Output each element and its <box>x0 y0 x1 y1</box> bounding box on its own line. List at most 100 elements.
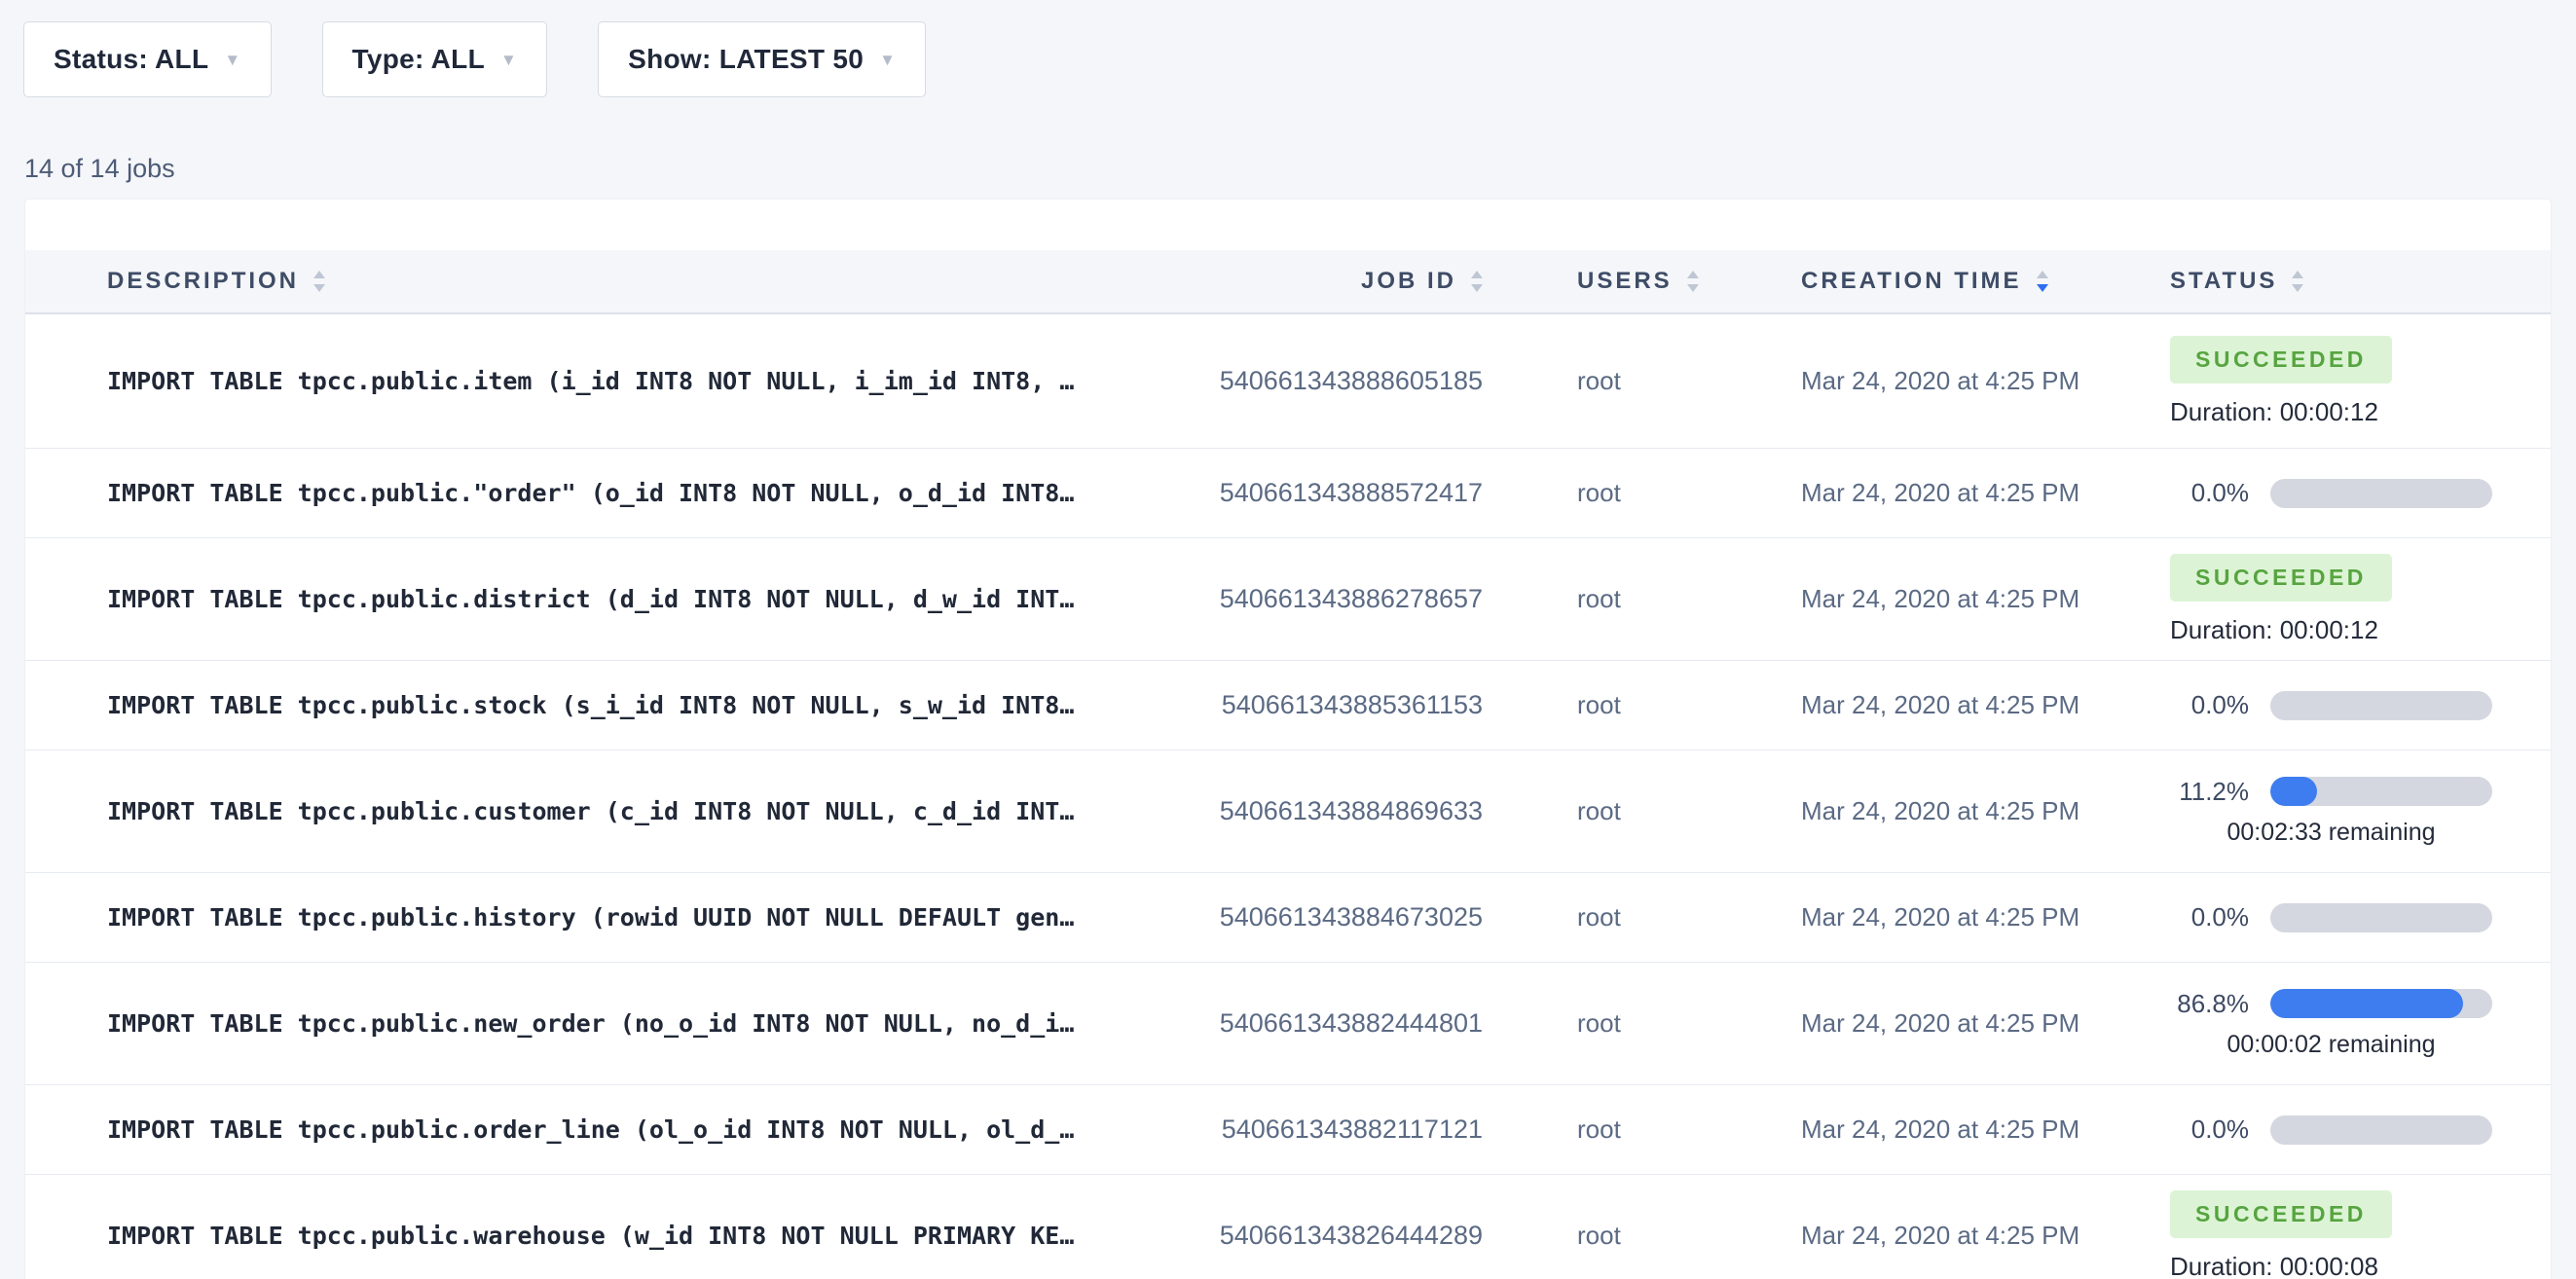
job-creation-time: Mar 24, 2020 at 4:25 PM <box>1801 1221 2145 1251</box>
job-user: root <box>1483 1221 1801 1251</box>
table-row: IMPORT TABLE tpcc.public.order_line (ol_… <box>25 1085 2551 1175</box>
job-status-cell: SUCCEEDED Duration: 00:00:12 <box>2145 554 2551 645</box>
progress-bar-fill <box>2270 777 2317 806</box>
job-progress: 11.2%00:02:33 remaining <box>2170 777 2492 847</box>
job-creation-time: Mar 24, 2020 at 4:25 PM <box>1801 902 2145 932</box>
sort-asc-icon <box>2037 271 2048 278</box>
sort-desc-icon <box>1687 284 1699 292</box>
job-progress: 0.0% <box>2170 690 2492 720</box>
job-creation-time: Mar 24, 2020 at 4:25 PM <box>1801 366 2145 396</box>
jobs-table-body: IMPORT TABLE tpcc.public.item (i_id INT8… <box>25 314 2551 1279</box>
job-id-link[interactable]: 540661343882444801 <box>1194 1008 1483 1039</box>
job-description: IMPORT TABLE tpcc.public.order_line (ol_… <box>25 1115 1194 1144</box>
table-row: IMPORT TABLE tpcc.public.customer (c_id … <box>25 750 2551 873</box>
progress-percent: 0.0% <box>2170 1115 2249 1145</box>
progress-percent: 0.0% <box>2170 478 2249 508</box>
column-header-label: USERS <box>1577 268 1673 295</box>
sort-desc-icon <box>2292 284 2303 292</box>
job-id-link[interactable]: 540661343886278657 <box>1194 584 1483 614</box>
job-user: root <box>1483 584 1801 614</box>
job-progress: 86.8% 00:00:02 remaining <box>2170 989 2492 1059</box>
progress-bar <box>2270 777 2492 806</box>
job-creation-time: Mar 24, 2020 at 4:25 PM <box>1801 1008 2145 1039</box>
column-header-label: STATUS <box>2170 268 2277 295</box>
show-filter-dropdown[interactable]: Show: LATEST 50 ▼ <box>598 21 926 97</box>
status-filter-label: Status: ALL <box>54 44 208 75</box>
show-filter-label: Show: LATEST 50 <box>628 44 864 75</box>
job-status-cell: 0.0% <box>2145 902 2551 932</box>
progress-percent: 11.2% <box>2170 777 2249 807</box>
column-header-description[interactable]: DESCRIPTION <box>25 268 1194 295</box>
job-description: IMPORT TABLE tpcc.public.customer (c_id … <box>25 797 1194 825</box>
sort-asc-icon <box>313 271 325 278</box>
progress-line: 86.8% <box>2170 989 2492 1019</box>
chevron-down-icon: ▼ <box>879 52 896 68</box>
job-status-cell: 11.2%00:02:33 remaining <box>2145 777 2551 847</box>
table-row: IMPORT TABLE tpcc.public."order" (o_id I… <box>25 449 2551 538</box>
progress-bar <box>2270 1115 2492 1145</box>
job-duration: Duration: 00:00:12 <box>2170 615 2551 645</box>
job-id-link[interactable]: 540661343826444289 <box>1194 1221 1483 1251</box>
sort-arrows-icon <box>1687 271 1699 292</box>
job-id-link[interactable]: 540661343884673025 <box>1194 902 1483 932</box>
job-user: root <box>1483 1008 1801 1039</box>
column-header-status[interactable]: STATUS <box>2145 268 2551 295</box>
job-status-cell: 0.0% <box>2145 690 2551 720</box>
progress-time-remaining: 00:00:02 remaining <box>2170 1031 2492 1059</box>
job-progress: 0.0% <box>2170 902 2492 932</box>
sort-arrows-icon <box>313 271 325 292</box>
progress-bar-fill <box>2270 989 2463 1018</box>
job-id-link[interactable]: 540661343888572417 <box>1194 478 1483 508</box>
status-filter-dropdown[interactable]: Status: ALL ▼ <box>23 21 272 97</box>
jobs-table-card: DESCRIPTION JOB ID USERS CREATION TIME STATU… <box>25 200 2551 1279</box>
type-filter-label: Type: ALL <box>352 44 485 75</box>
job-status-cell: SUCCEEDED Duration: 00:00:12 <box>2145 336 2551 427</box>
status-badge: SUCCEEDED <box>2170 336 2392 384</box>
job-creation-time: Mar 24, 2020 at 4:25 PM <box>1801 690 2145 720</box>
progress-percent: 0.0% <box>2170 690 2249 720</box>
job-id-link[interactable]: 540661343885361153 <box>1194 690 1483 720</box>
table-row: IMPORT TABLE tpcc.public.item (i_id INT8… <box>25 314 2551 449</box>
sort-asc-icon <box>1687 271 1699 278</box>
status-badge: SUCCEEDED <box>2170 554 2392 602</box>
sort-desc-icon <box>313 284 325 292</box>
job-description: IMPORT TABLE tpcc.public.stock (s_i_id I… <box>25 691 1194 719</box>
jobs-count-summary: 14 of 14 jobs <box>24 154 175 184</box>
job-duration: Duration: 00:00:12 <box>2170 397 2551 427</box>
job-status-cell: 0.0% <box>2145 1115 2551 1145</box>
type-filter-dropdown[interactable]: Type: ALL ▼ <box>322 21 548 97</box>
progress-bar <box>2270 903 2492 932</box>
progress-line: 11.2% <box>2170 777 2492 807</box>
job-user: root <box>1483 1115 1801 1145</box>
sort-arrows-icon <box>2037 271 2048 292</box>
job-user: root <box>1483 478 1801 508</box>
job-user: root <box>1483 796 1801 826</box>
job-description: IMPORT TABLE tpcc.public.history (rowid … <box>25 903 1194 932</box>
job-id-link[interactable]: 540661343888605185 <box>1194 366 1483 396</box>
progress-percent: 86.8% <box>2170 989 2249 1019</box>
column-header-users[interactable]: USERS <box>1483 268 1801 295</box>
table-row: IMPORT TABLE tpcc.public.new_order (no_o… <box>25 963 2551 1085</box>
job-user: root <box>1483 902 1801 932</box>
progress-bar <box>2270 989 2492 1018</box>
chevron-down-icon: ▼ <box>500 52 517 68</box>
job-id-link[interactable]: 540661343884869633 <box>1194 796 1483 826</box>
job-description: IMPORT TABLE tpcc.public.warehouse (w_id… <box>25 1222 1194 1250</box>
column-header-label: JOB ID <box>1361 268 1456 295</box>
job-status-cell: 86.8% 00:00:02 remaining <box>2145 989 2551 1059</box>
job-duration: Duration: 00:00:08 <box>2170 1252 2551 1279</box>
job-id-link[interactable]: 540661343882117121 <box>1194 1115 1483 1145</box>
progress-line: 0.0% <box>2170 902 2492 932</box>
job-creation-time: Mar 24, 2020 at 4:25 PM <box>1801 1115 2145 1145</box>
job-progress: 0.0% <box>2170 478 2492 508</box>
progress-bar <box>2270 479 2492 508</box>
job-progress: 0.0% <box>2170 1115 2492 1145</box>
job-user: root <box>1483 690 1801 720</box>
job-creation-time: Mar 24, 2020 at 4:25 PM <box>1801 478 2145 508</box>
table-row: IMPORT TABLE tpcc.public.district (d_id … <box>25 538 2551 661</box>
column-header-creation-time[interactable]: CREATION TIME <box>1801 268 2145 295</box>
column-header-job-id[interactable]: JOB ID <box>1194 268 1483 295</box>
job-creation-time: Mar 24, 2020 at 4:25 PM <box>1801 584 2145 614</box>
job-status-cell: SUCCEEDEDDuration: 00:00:08 <box>2145 1190 2551 1279</box>
job-status-cell: 0.0% <box>2145 478 2551 508</box>
